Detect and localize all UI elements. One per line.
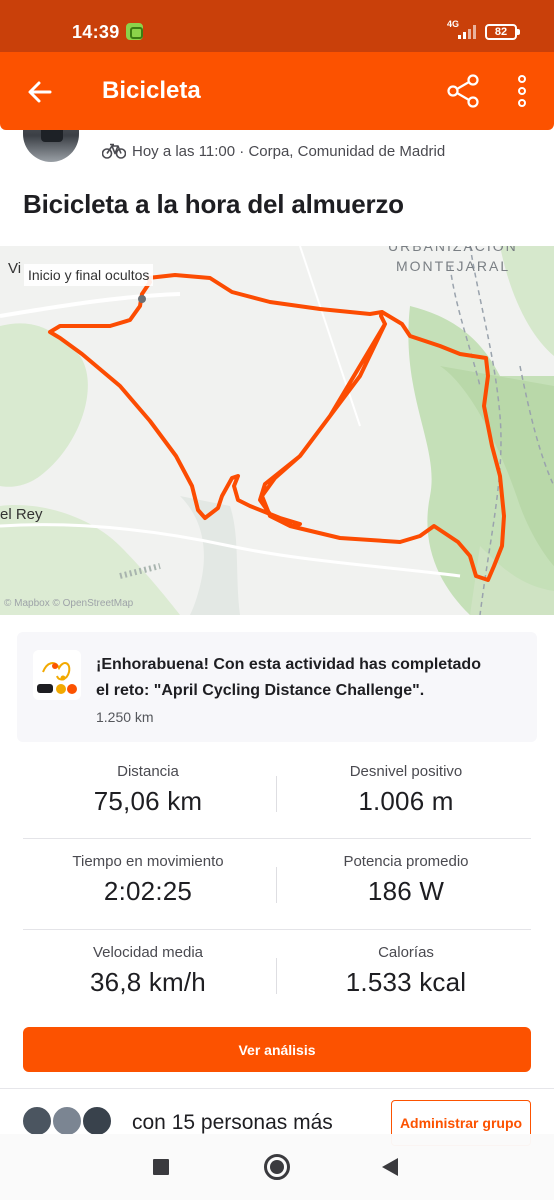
stat-average-power: Potencia promedio 186 W (276, 853, 536, 907)
app-bar: Bicicleta (0, 52, 554, 130)
map-place-label: Vi (8, 260, 22, 277)
app-bar-title: Bicicleta (102, 77, 201, 104)
group-avatars[interactable] (21, 1105, 116, 1137)
stat-label: Distancia (117, 763, 179, 780)
challenge-badge-icon (33, 650, 81, 700)
stat-elevation-gain: Desnivel positivo 1.006 m (276, 763, 536, 817)
stat-value: 36,8 km/h (90, 967, 206, 997)
stats-row-divider (23, 838, 531, 839)
activity-title: Bicicleta a la hora del almuerzo (23, 189, 404, 219)
share-icon[interactable] (446, 73, 480, 109)
back-triangle-icon[interactable] (380, 1157, 400, 1177)
group-members-text[interactable]: con 15 personas más (132, 1111, 333, 1135)
stat-value: 75,06 km (93, 786, 203, 816)
stat-distance: Distancia 75,06 km (18, 763, 278, 817)
section-divider (0, 1088, 554, 1089)
stat-label: Calorías (378, 944, 434, 961)
avatar (51, 1105, 83, 1137)
challenge-name-text: el reto: "April Cycling Distance Challen… (96, 682, 425, 699)
status-time: 14:39 (72, 22, 120, 42)
stats-row-divider (23, 929, 531, 930)
battery-icon: 82 (485, 24, 520, 40)
stat-average-speed: Velocidad media 36,8 km/h (18, 944, 278, 998)
challenge-distance: 1.250 km (96, 709, 154, 725)
view-analysis-button[interactable]: Ver análisis (23, 1027, 531, 1072)
map-canvas (0, 246, 554, 615)
more-options-icon[interactable] (510, 74, 534, 108)
back-arrow-icon[interactable] (24, 76, 56, 108)
signal-icon (458, 25, 476, 39)
activity-meta: Hoy a las 11:00 · Corpa, Comunidad de Ma… (102, 140, 445, 162)
avatar (81, 1105, 113, 1137)
stat-value: 2:02:25 (103, 876, 193, 906)
recent-apps-icon[interactable] (153, 1159, 169, 1175)
challenge-congrats-text: ¡Enhorabuena! Con esta actividad has com… (96, 656, 481, 673)
stat-label: Potencia promedio (343, 853, 469, 870)
notification-app-icon (126, 23, 143, 40)
system-nav-bar (0, 1134, 554, 1200)
map-place-montejaral: MONTEJARAL (396, 258, 511, 274)
challenge-card[interactable]: ¡Enhorabuena! Con esta actividad has com… (17, 632, 537, 742)
route-start-marker (138, 295, 146, 303)
avatar (21, 1105, 53, 1137)
activity-meta-text: Hoy a las 11:00 · Corpa, Comunidad de Ma… (132, 142, 446, 160)
bike-icon (102, 143, 126, 159)
stat-label: Desnivel positivo (349, 763, 463, 780)
stat-label: Tiempo en movimiento (72, 853, 224, 870)
map-credit[interactable]: © Mapbox © OpenStreetMap (4, 598, 133, 609)
stat-value: 1.533 kcal (345, 967, 467, 997)
stat-value: 186 W (367, 876, 445, 906)
stat-calories: Calorías 1.533 kcal (276, 944, 536, 998)
stat-label: Velocidad media (92, 944, 204, 961)
home-icon[interactable] (264, 1154, 290, 1180)
stat-moving-time: Tiempo en movimiento 2:02:25 (18, 853, 278, 907)
map-place-urbanization: URBANIZACION (388, 246, 518, 254)
route-map[interactable]: URBANIZACION MONTEJARAL Vi Inicio y fina… (0, 246, 554, 615)
map-place-label: el Rey (0, 506, 43, 523)
stat-value: 1.006 m (358, 786, 454, 816)
start-end-hidden-label: Inicio y final ocultos (24, 264, 154, 286)
status-bar: 14:39 4G 82 (0, 0, 554, 52)
